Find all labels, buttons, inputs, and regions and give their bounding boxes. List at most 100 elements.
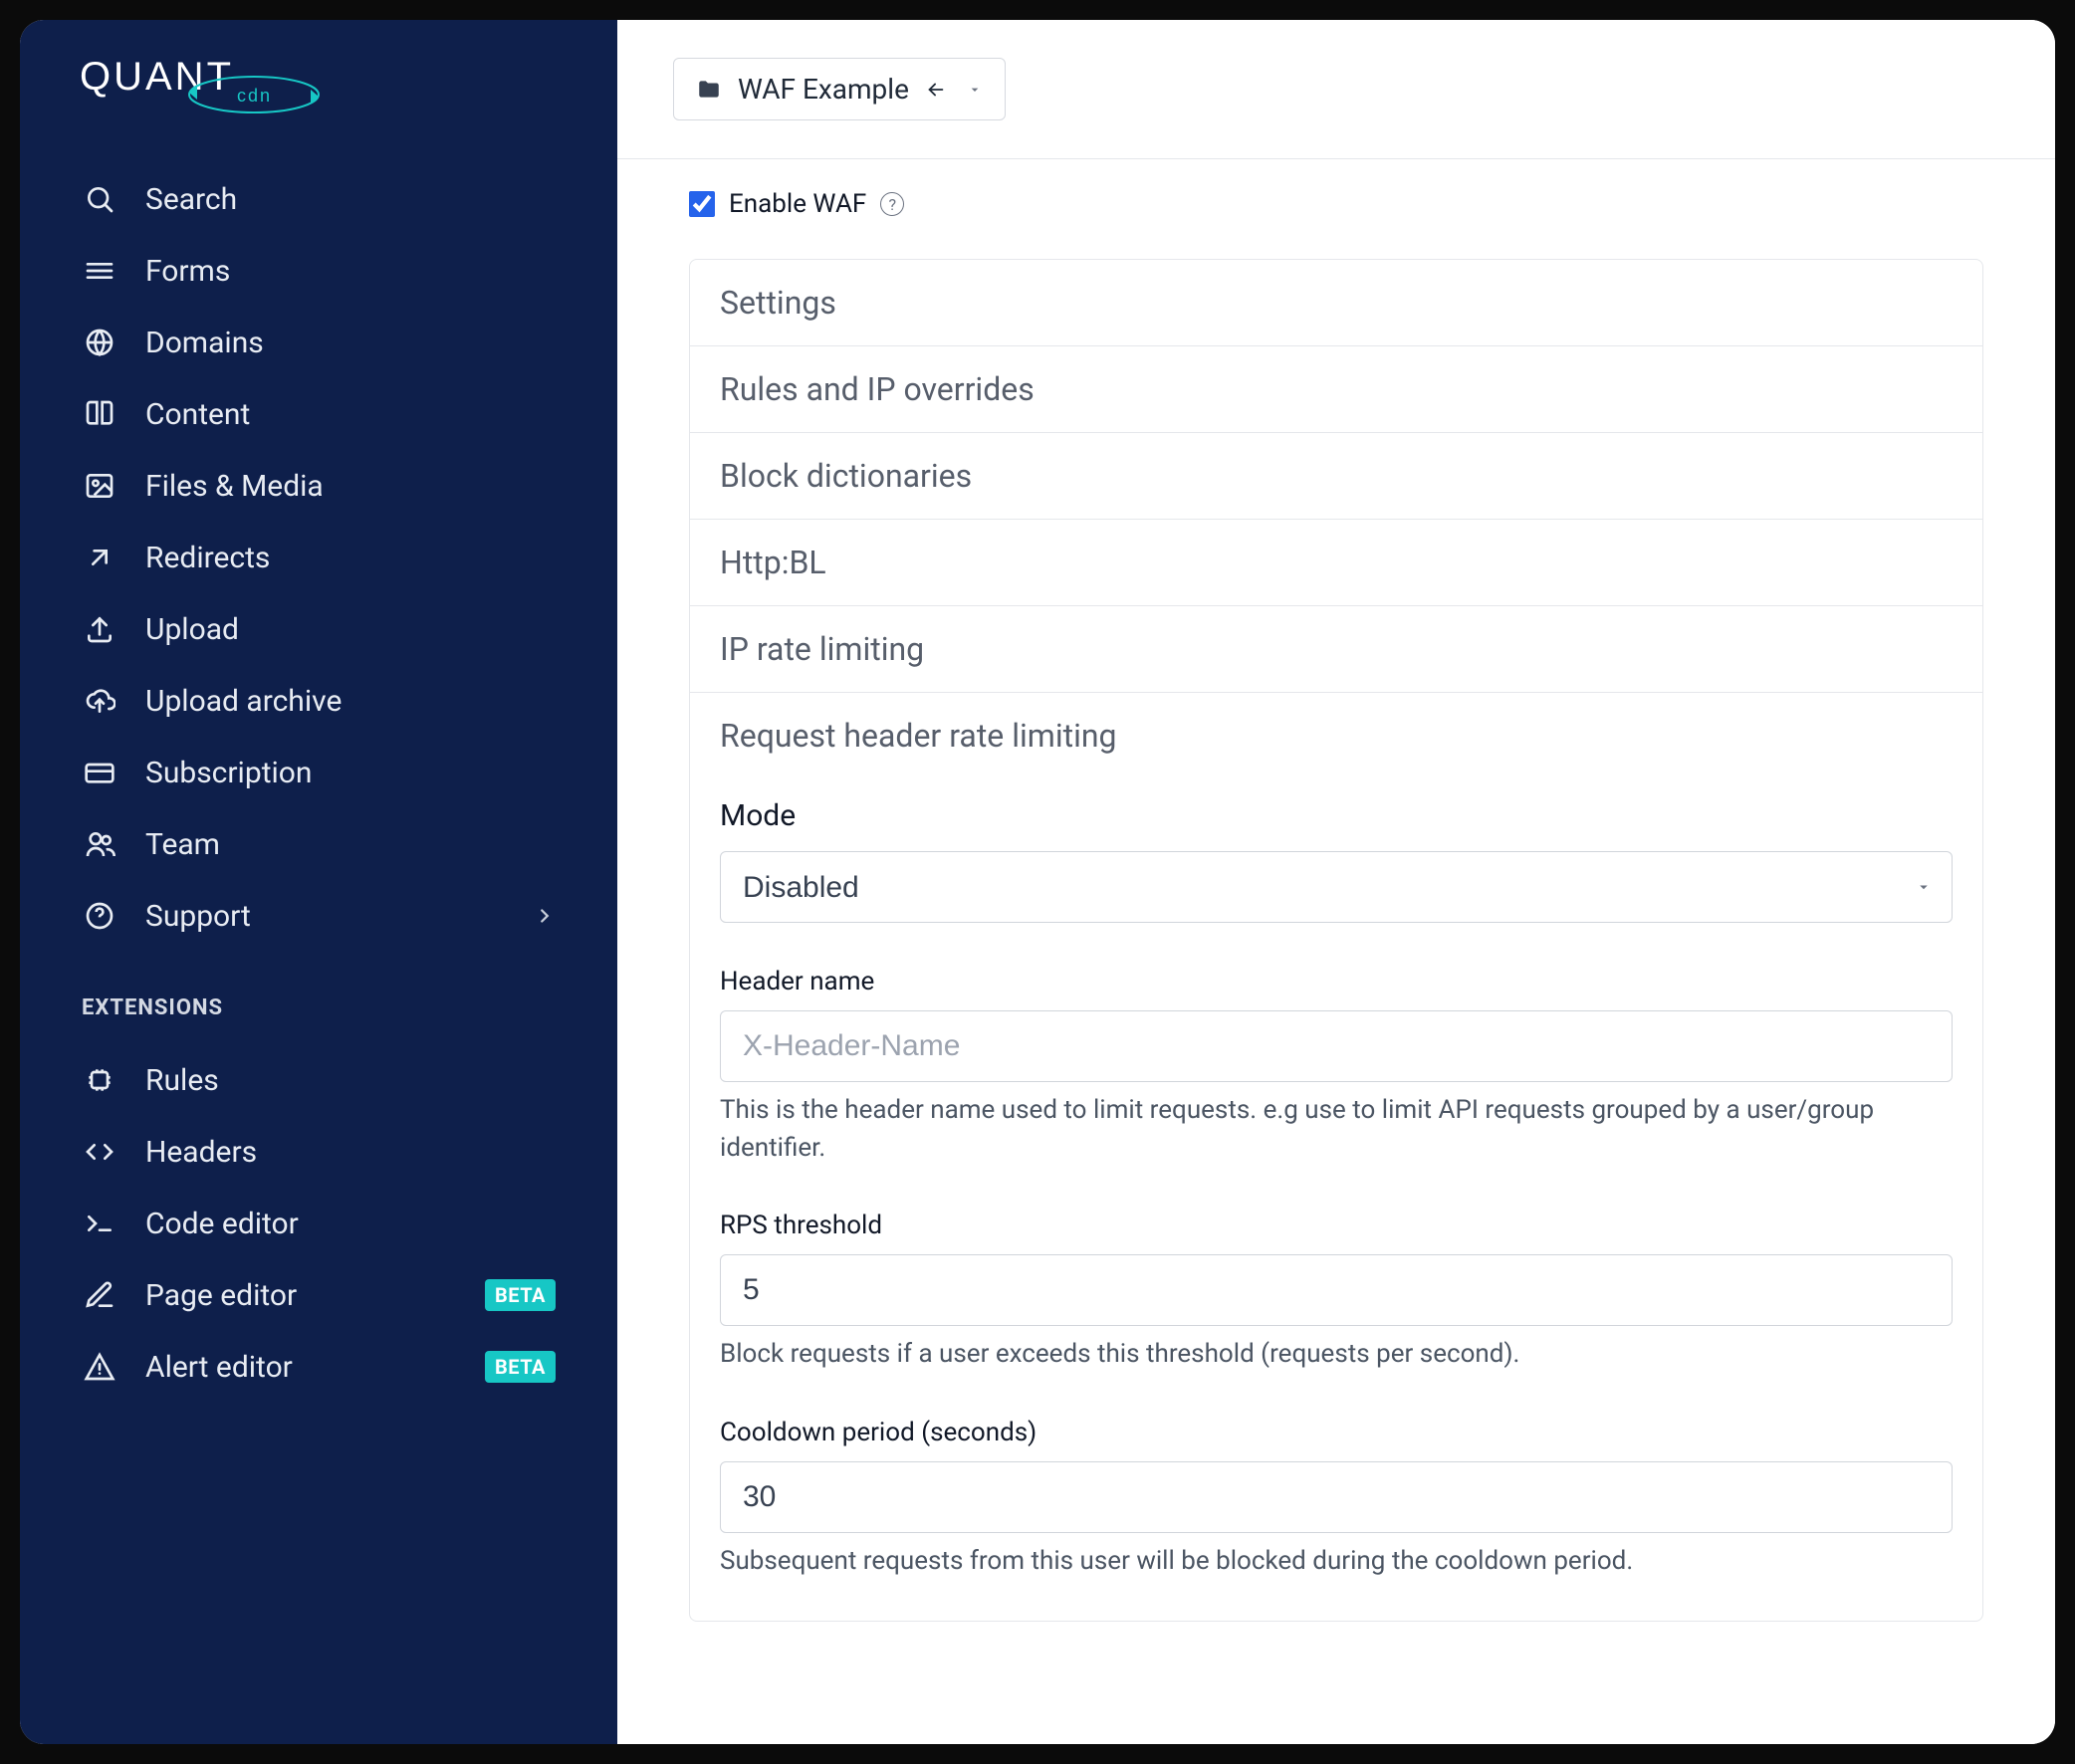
arrow-left-icon	[925, 79, 947, 101]
terminal-icon	[82, 1206, 117, 1241]
nav-code-editor[interactable]: Code editor	[20, 1188, 617, 1259]
content-area: Enable WAF ? Settings Rules and IP overr…	[617, 159, 2055, 1661]
nav-files-media[interactable]: Files & Media	[20, 450, 617, 522]
section-ip-rate-limiting: IP rate limiting	[690, 606, 1982, 693]
nav-label: Team	[145, 827, 556, 862]
mode-select[interactable]: Disabled	[720, 851, 1953, 923]
brand-logo: QUANT cdn	[20, 50, 617, 153]
folder-icon	[696, 77, 722, 103]
edit-icon	[82, 1277, 117, 1313]
rps-input[interactable]	[720, 1254, 1953, 1326]
nav-label: Content	[145, 397, 556, 432]
nav-page-editor[interactable]: Page editor BETA	[20, 1259, 617, 1331]
nav-label: Subscription	[145, 756, 556, 790]
svg-text:cdn: cdn	[237, 86, 272, 106]
chevron-right-icon	[534, 905, 556, 927]
credit-card-icon	[82, 755, 117, 790]
nav-headers[interactable]: Headers	[20, 1116, 617, 1188]
code-icon	[82, 1134, 117, 1170]
section-httpbl: Http:BL	[690, 520, 1982, 606]
nav-label: Page editor	[145, 1278, 457, 1313]
arrow-up-right-icon	[82, 540, 117, 575]
quant-cdn-logo-icon: QUANT cdn	[80, 50, 378, 123]
nav-label: Code editor	[145, 1207, 556, 1241]
nav-label: Support	[145, 899, 506, 934]
topbar: WAF Example	[617, 20, 2055, 159]
nav-primary: Search Forms Domains Content Files & Med…	[20, 153, 617, 962]
rps-group: RPS threshold Block requests if a user e…	[720, 1211, 1953, 1374]
project-name: WAF Example	[738, 73, 909, 106]
section-header-header-rate[interactable]: Request header rate limiting	[690, 693, 1982, 778]
book-icon	[82, 396, 117, 432]
nav-label: Domains	[145, 326, 556, 360]
extensions-header: EXTENSIONS	[20, 962, 617, 1034]
section-header-rate-limiting: Request header rate limiting Mode Disabl…	[690, 693, 1982, 1621]
cooldown-label: Cooldown period (seconds)	[720, 1418, 1953, 1447]
section-header-block-dictionaries[interactable]: Block dictionaries	[690, 433, 1982, 519]
nav-label: Redirects	[145, 541, 556, 575]
mode-label: Mode	[720, 798, 1953, 833]
header-name-help: This is the header name used to limit re…	[720, 1092, 1953, 1167]
search-icon	[82, 181, 117, 217]
nav-support[interactable]: Support	[20, 880, 617, 952]
svg-text:QUANT: QUANT	[80, 55, 234, 99]
upload-icon	[82, 611, 117, 647]
nav-extensions: Rules Headers Code editor Page editor BE…	[20, 1034, 617, 1413]
section-block-dictionaries: Block dictionaries	[690, 433, 1982, 520]
nav-team[interactable]: Team	[20, 808, 617, 880]
nav-upload-archive[interactable]: Upload archive	[20, 665, 617, 737]
nav-redirects[interactable]: Redirects	[20, 522, 617, 593]
nav-label: Upload archive	[145, 684, 556, 719]
chip-icon	[82, 1062, 117, 1098]
section-header-rules[interactable]: Rules and IP overrides	[690, 346, 1982, 432]
help-icon[interactable]: ?	[880, 192, 904, 216]
nav-content[interactable]: Content	[20, 378, 617, 450]
nav-label: Alert editor	[145, 1350, 457, 1385]
cloud-upload-icon	[82, 683, 117, 719]
header-name-label: Header name	[720, 967, 1953, 996]
nav-subscription[interactable]: Subscription	[20, 737, 617, 808]
nav-label: Forms	[145, 254, 556, 289]
menu-icon	[82, 253, 117, 289]
cooldown-help: Subsequent requests from this user will …	[720, 1543, 1953, 1581]
enable-waf-checkbox[interactable]	[689, 191, 715, 217]
globe-icon	[82, 325, 117, 360]
cooldown-group: Cooldown period (seconds) Subsequent req…	[720, 1418, 1953, 1581]
users-icon	[82, 826, 117, 862]
enable-waf-row[interactable]: Enable WAF ?	[689, 189, 1983, 219]
alert-icon	[82, 1349, 117, 1385]
nav-label: Headers	[145, 1135, 556, 1170]
section-header-httpbl[interactable]: Http:BL	[690, 520, 1982, 605]
waf-panel: Settings Rules and IP overrides Block di…	[689, 259, 1983, 1622]
image-icon	[82, 468, 117, 504]
nav-label: Files & Media	[145, 469, 556, 504]
cooldown-input[interactable]	[720, 1461, 1953, 1533]
main: WAF Example Enable WAF ? Settings Rules …	[617, 20, 2055, 1744]
section-header-ip-rate[interactable]: IP rate limiting	[690, 606, 1982, 692]
nav-forms[interactable]: Forms	[20, 235, 617, 307]
section-header-settings[interactable]: Settings	[690, 260, 1982, 345]
section-settings: Settings	[690, 260, 1982, 346]
app-frame: QUANT cdn Search Forms Domains	[20, 20, 2055, 1744]
sidebar: QUANT cdn Search Forms Domains	[20, 20, 617, 1744]
nav-upload[interactable]: Upload	[20, 593, 617, 665]
section-rules: Rules and IP overrides	[690, 346, 1982, 433]
nav-label: Search	[145, 182, 556, 217]
nav-rules[interactable]: Rules	[20, 1044, 617, 1116]
rps-help: Block requests if a user exceeds this th…	[720, 1336, 1953, 1374]
rps-label: RPS threshold	[720, 1211, 1953, 1240]
beta-badge: BETA	[485, 1279, 556, 1311]
nav-label: Rules	[145, 1063, 556, 1098]
enable-waf-label: Enable WAF	[729, 189, 866, 219]
help-circle-icon	[82, 898, 117, 934]
header-name-input[interactable]	[720, 1010, 1953, 1082]
header-name-group: Header name This is the header name used…	[720, 967, 1953, 1167]
nav-domains[interactable]: Domains	[20, 307, 617, 378]
header-rate-body: Mode Disabled Header name This	[690, 778, 1982, 1621]
mode-group: Mode Disabled	[720, 798, 1953, 923]
nav-search[interactable]: Search	[20, 163, 617, 235]
beta-badge: BETA	[485, 1351, 556, 1383]
project-selector[interactable]: WAF Example	[673, 58, 1006, 120]
nav-label: Upload	[145, 612, 556, 647]
nav-alert-editor[interactable]: Alert editor BETA	[20, 1331, 617, 1403]
